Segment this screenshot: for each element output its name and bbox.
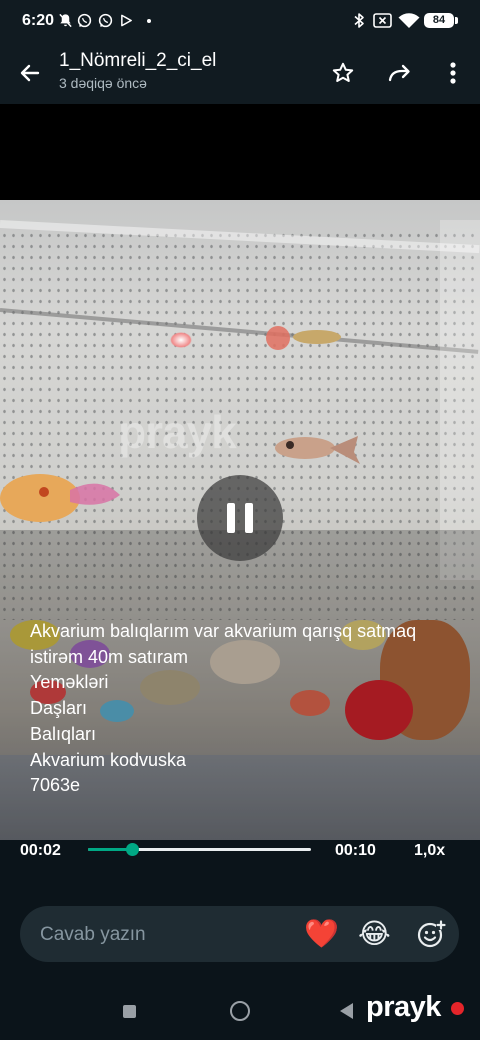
bluetooth-icon <box>354 13 364 28</box>
aquarium-corner <box>440 220 480 580</box>
caption-line: Balıqları <box>30 723 97 744</box>
add-reaction-icon[interactable] <box>416 919 446 949</box>
playback-speed-button[interactable]: 1,0x <box>414 842 445 860</box>
status-bar: 6:20 84 <box>0 0 480 42</box>
video-watermark: prayk <box>118 406 237 458</box>
brand-watermark-dot <box>451 1002 464 1015</box>
whatsapp-icon <box>98 13 113 28</box>
star-button[interactable] <box>326 56 360 90</box>
pause-icon <box>227 503 235 533</box>
pause-icon <box>245 503 253 533</box>
caption-line: Yeməkləri <box>30 672 109 693</box>
caption-line: Daşları <box>30 698 88 719</box>
no-sim-icon <box>373 13 392 28</box>
back-arrow-icon <box>20 64 40 82</box>
home-button[interactable] <box>230 1001 250 1021</box>
caption-line: 7063e <box>30 775 81 796</box>
pause-button[interactable] <box>197 475 283 561</box>
play-store-icon <box>121 14 132 27</box>
recents-button[interactable] <box>123 1005 136 1018</box>
reply-bar[interactable]: Cavab yazın ❤️ 😂 <box>20 906 459 962</box>
brand-watermark: prayk <box>366 991 441 1023</box>
status-time-ago: 3 dəqiqə öncə <box>59 75 147 91</box>
reply-input[interactable]: Cavab yazın <box>40 924 146 946</box>
duration: 00:10 <box>335 842 376 859</box>
back-nav-button[interactable] <box>340 1003 353 1019</box>
system-nav-bar: prayk <box>0 985 480 1040</box>
status-video[interactable]: prayk Akvarium balıqlarım var akvarium q… <box>0 104 480 840</box>
caption-line: istirəm 40m satıram <box>30 646 189 667</box>
more-notifications-dot-icon <box>147 19 151 23</box>
caption-line: Akvarium balıqlarım var akvarium qarışq … <box>30 621 417 641</box>
whatsapp-icon <box>77 13 92 28</box>
chat-status-header: 1_Nömreli_2_ci_el 3 dəqiqə öncə <box>0 42 480 104</box>
forward-button[interactable] <box>383 56 417 90</box>
battery-icon: 84 <box>424 13 454 28</box>
back-button[interactable] <box>13 56 47 90</box>
notifications-off-icon <box>59 13 72 28</box>
forward-icon <box>388 64 410 82</box>
seek-thumb[interactable] <box>126 843 140 856</box>
current-time: 00:02 <box>20 842 61 859</box>
laugh-reaction-button[interactable]: 😂 <box>358 918 391 950</box>
light-reflection <box>170 332 192 348</box>
heart-reaction-button[interactable]: ❤️ <box>304 918 339 950</box>
more-vertical-icon <box>450 62 456 84</box>
status-title: 1_Nömreli_2_ci_el <box>59 50 217 71</box>
status-time: 6:20 <box>22 12 55 29</box>
tetra-fish <box>275 436 360 464</box>
star-icon <box>332 62 354 82</box>
video-progress: 00:02 00:10 1,0x <box>0 840 480 864</box>
more-options-button[interactable] <box>436 56 470 90</box>
wifi-icon <box>398 13 420 28</box>
status-caption: Akvarium balıqlarım var akvarium qarışq … <box>30 619 470 799</box>
battery-tip <box>455 17 458 24</box>
caption-line: Akvarium kodvuska <box>30 749 187 770</box>
small-fish <box>266 326 341 350</box>
goldfish <box>0 474 120 522</box>
